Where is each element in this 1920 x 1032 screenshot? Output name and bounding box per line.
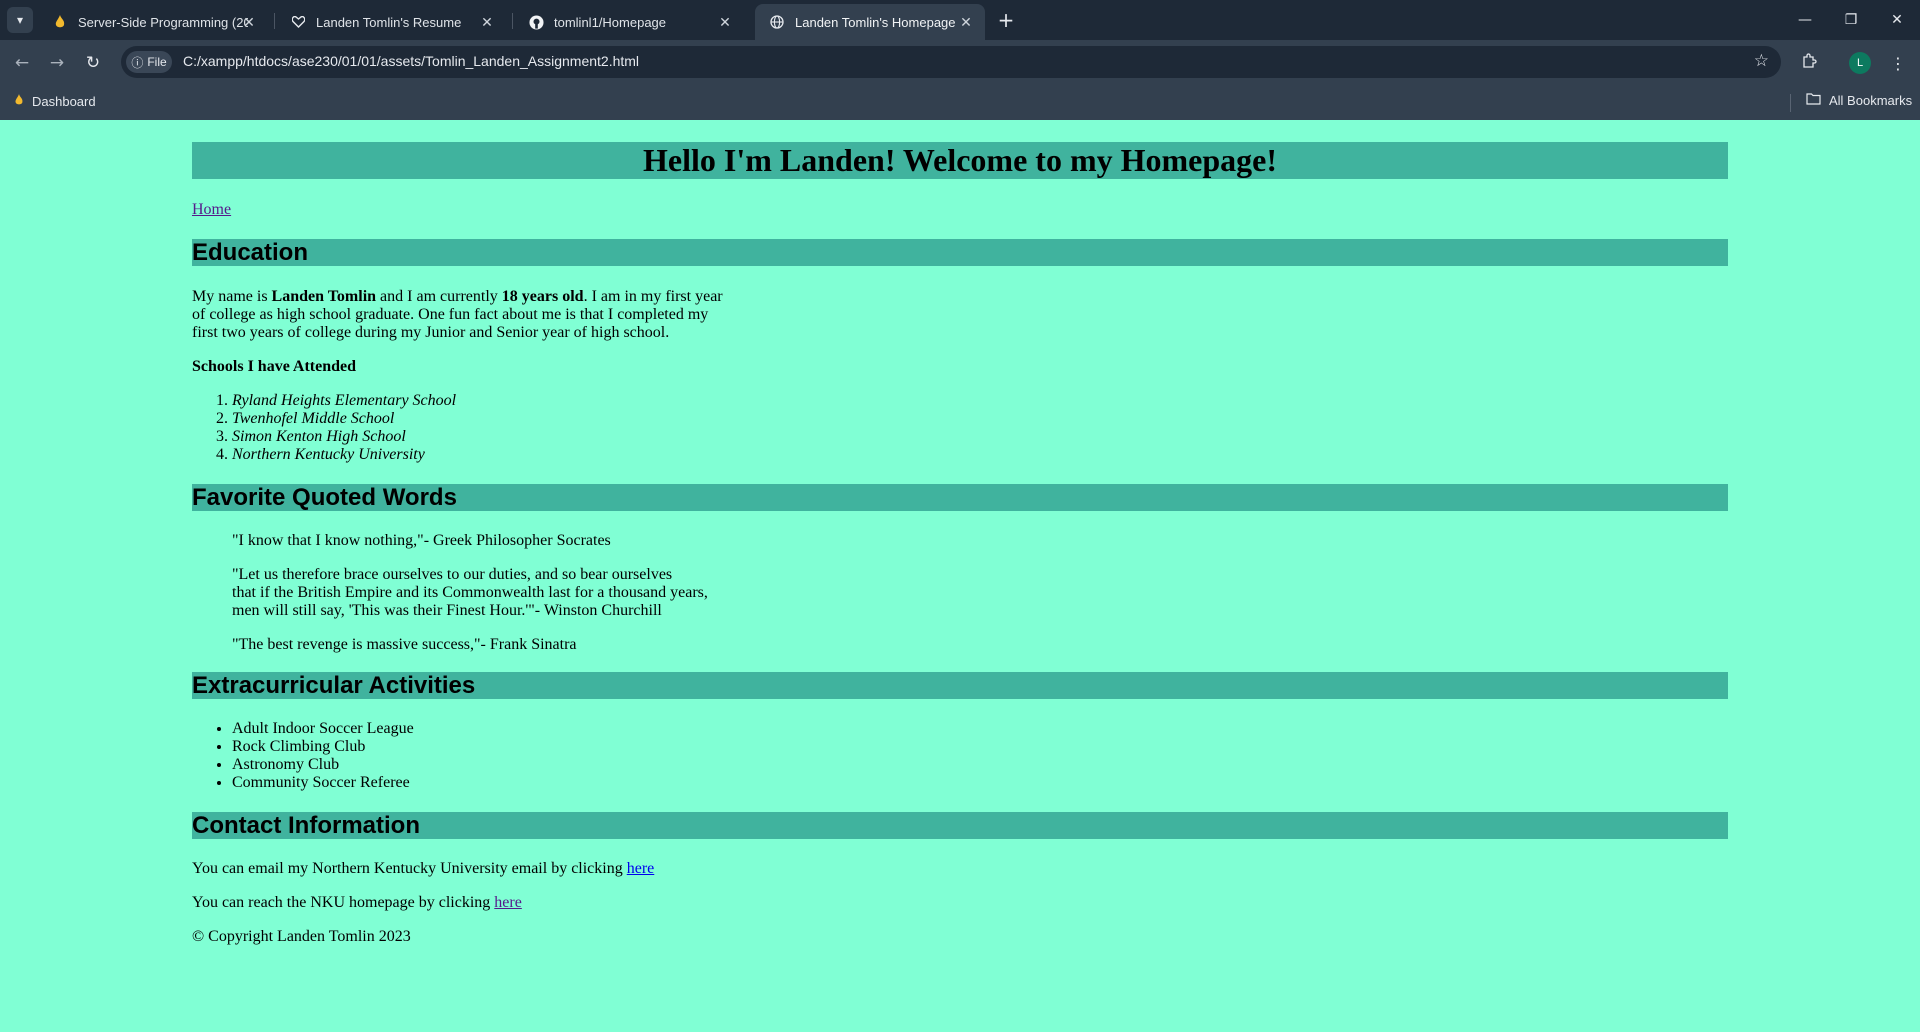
folder-icon [1806, 93, 1821, 108]
restore-icon: ❐ [1844, 12, 1858, 28]
close-icon[interactable]: ✕ [240, 13, 258, 31]
home-link[interactable]: Home [192, 201, 231, 219]
tab-title: tomlinl1/Homepage [554, 14, 667, 30]
extensions-button[interactable] [1796, 50, 1822, 76]
new-tab-button[interactable]: + [992, 8, 1020, 32]
quote-churchill: "Let us therefore brace ourselves to our… [232, 566, 708, 620]
close-icon[interactable]: ✕ [716, 13, 734, 31]
tab-github-homepage[interactable]: tomlinl1/Homepage ✕ [514, 4, 744, 40]
nku-paragraph: You can reach the NKU homepage by clicki… [192, 894, 522, 912]
github-icon [528, 14, 544, 30]
plus-icon: + [997, 8, 1015, 32]
tab-homepage-active[interactable]: Landen Tomlin's Homepage ✕ [755, 4, 985, 40]
email-link[interactable]: here [627, 860, 655, 877]
activities-list: Adult Indoor Soccer League Rock Climbing… [192, 720, 414, 792]
tab-divider [274, 13, 275, 29]
quote-line: men will still say, 'This was their Fine… [232, 602, 662, 619]
list-item: Astronomy Club [232, 756, 414, 774]
bookmark-label: Dashboard [32, 94, 96, 109]
quote-sinatra: "The best revenge is massive success,"- … [232, 636, 577, 653]
nku-homepage-link[interactable]: here [494, 894, 522, 911]
student-name: Landen Tomlin [271, 288, 377, 305]
list-item: Northern Kentucky University [232, 446, 456, 464]
education-heading: Education [192, 239, 1728, 266]
close-icon[interactable]: ✕ [478, 13, 496, 31]
kebab-menu-icon: ⋮ [1890, 53, 1906, 73]
restore-button[interactable]: ❐ [1828, 0, 1874, 40]
list-item: Twenhofel Middle School [232, 410, 456, 428]
arrow-right-icon: → [49, 53, 65, 73]
flame-icon [52, 14, 68, 30]
reload-button[interactable]: ↻ [80, 50, 106, 76]
activities-heading: Extracurricular Activities [192, 672, 1728, 699]
email-paragraph: You can email my Northern Kentucky Unive… [192, 860, 654, 878]
bookmark-star-icon[interactable]: ☆ [1754, 51, 1769, 71]
all-bookmarks-button[interactable]: All Bookmarks [1806, 93, 1912, 108]
tab-strip: ▾ Server-Side Programming (2024 ✕ Landen… [0, 0, 1920, 40]
globe-icon [769, 14, 785, 30]
list-item: Rock Climbing Club [232, 738, 414, 756]
page-title: Hello I'm Landen! Welcome to my Homepage… [192, 142, 1728, 179]
tab-divider [512, 13, 513, 29]
close-window-button[interactable]: ✕ [1874, 0, 1920, 40]
nku-text: You can reach the NKU homepage by clicki… [192, 894, 495, 911]
copyright-text: © Copyright Landen Tomlin 2023 [192, 928, 411, 945]
arrow-left-icon: ← [14, 53, 30, 73]
list-item: Ryland Heights Elementary School [232, 392, 456, 410]
email-text: You can email my Northern Kentucky Unive… [192, 860, 627, 877]
tab-resume[interactable]: Landen Tomlin's Resume ✕ [276, 4, 506, 40]
intro-text: My name is [192, 288, 272, 305]
puzzle-icon [1801, 53, 1817, 73]
chevron-down-icon: ▾ [16, 13, 24, 27]
school-name: Simon Kenton High School [232, 428, 406, 445]
forward-button[interactable]: → [44, 50, 70, 76]
school-name: Ryland Heights Elementary School [232, 392, 457, 409]
quote-line: "Let us therefore brace ourselves to our… [232, 566, 673, 583]
quote-socrates: "I know that I know nothing,"- Greek Phi… [232, 532, 611, 549]
address-bar[interactable]: ⓘ File C:/xampp/htdocs/ase230/01/01/asse… [121, 46, 1781, 78]
bookmarks-divider [1790, 94, 1791, 112]
tab-search-button[interactable]: ▾ [7, 7, 33, 33]
toolbar: ← → ↻ ⓘ File C:/xampp/htdocs/ase230/01/0… [0, 40, 1920, 85]
flame-icon [14, 93, 24, 110]
list-item: Adult Indoor Soccer League [232, 720, 414, 738]
url-text[interactable]: C:/xampp/htdocs/ase230/01/01/assets/Toml… [183, 53, 639, 69]
schools-list: Ryland Heights Elementary School Twenhof… [192, 392, 456, 464]
school-name: Northern Kentucky University [232, 446, 425, 463]
info-icon: ⓘ [131, 55, 144, 70]
schools-heading-text: Schools I have Attended [192, 358, 357, 375]
list-item: Community Soccer Referee [232, 774, 414, 792]
school-name: Twenhofel Middle School [232, 410, 395, 427]
page-viewport: Hello I'm Landen! Welcome to my Homepage… [0, 120, 1920, 1032]
student-age: 18 years old [501, 288, 584, 305]
tab-title: Landen Tomlin's Homepage [795, 14, 956, 30]
education-intro: My name is Landen Tomlin and I am curren… [192, 288, 737, 342]
close-icon: ✕ [1891, 12, 1903, 28]
back-button[interactable]: ← [9, 50, 35, 76]
tab-server-side-programming[interactable]: Server-Side Programming (2024 ✕ [38, 4, 268, 40]
list-item: Simon Kenton High School [232, 428, 456, 446]
schools-heading: Schools I have Attended [192, 358, 356, 376]
bookmarks-bar: Dashboard All Bookmarks [0, 85, 1920, 120]
minimize-button[interactable]: — [1782, 0, 1828, 40]
menu-button[interactable]: ⋮ [1885, 50, 1911, 76]
heart-icon [290, 14, 306, 30]
reload-icon: ↻ [85, 53, 101, 73]
tab-title: Server-Side Programming (2024 [78, 14, 248, 30]
profile-avatar[interactable]: L [1849, 52, 1871, 74]
site-chip-label: File [147, 55, 167, 69]
quotes-heading: Favorite Quoted Words [192, 484, 1728, 511]
minimize-icon: — [1798, 12, 1812, 28]
contact-heading: Contact Information [192, 812, 1728, 839]
quote-line: that if the British Empire and its Commo… [232, 584, 708, 601]
close-icon[interactable]: ✕ [957, 13, 975, 31]
all-bookmarks-label: All Bookmarks [1829, 93, 1913, 108]
bookmark-dashboard[interactable]: Dashboard [14, 93, 96, 110]
intro-text: and I am currently [376, 288, 502, 305]
tab-title: Landen Tomlin's Resume [316, 14, 462, 30]
site-info-chip[interactable]: ⓘ File [126, 51, 172, 73]
